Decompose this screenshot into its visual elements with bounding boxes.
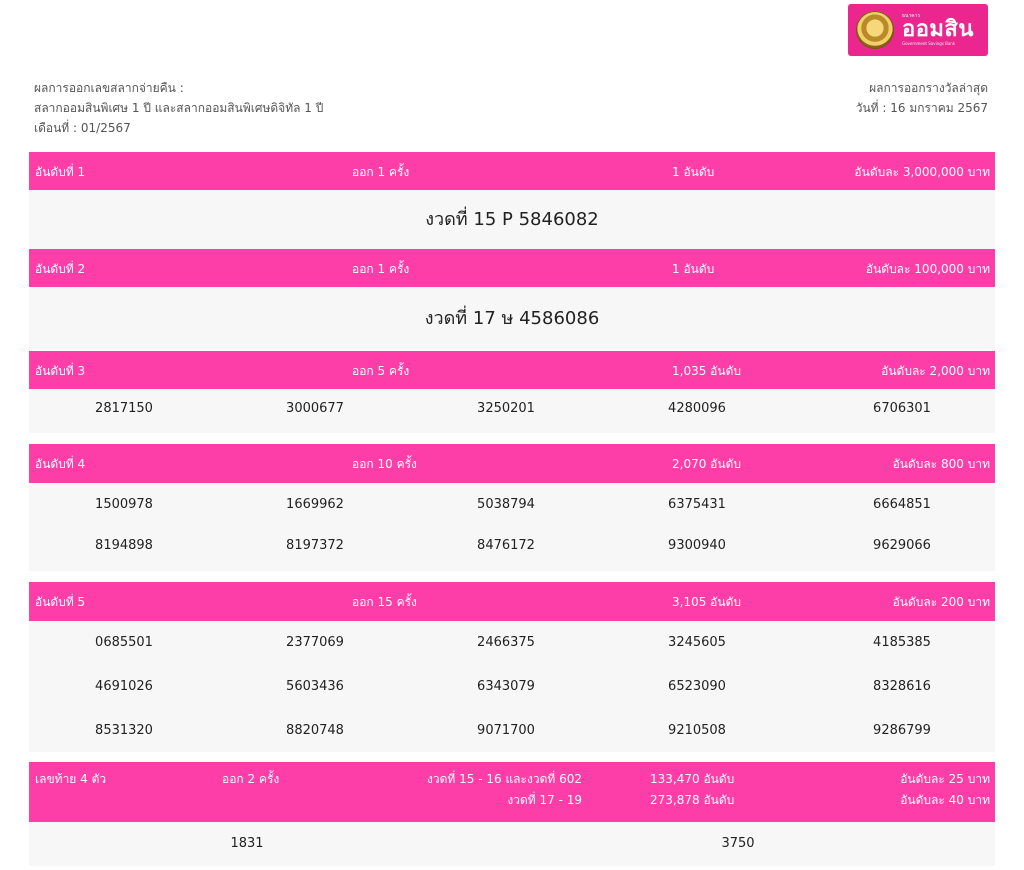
rank-4-numbers: 1500978 1669962 5038794 6375431 6664851 … bbox=[29, 483, 995, 571]
rank-label: อันดับที่ 5 bbox=[35, 595, 86, 609]
prize-count: 133,470 อันดับ bbox=[650, 772, 735, 786]
lottery-number: 0685501 bbox=[95, 635, 153, 650]
month-line: เดือนที่ : 01/2567 bbox=[34, 121, 131, 135]
prize-count: 1 อันดับ bbox=[672, 262, 715, 276]
lottery-number: 8194898 bbox=[95, 538, 153, 553]
draw-times: ออก 5 ครั้ง bbox=[352, 364, 410, 378]
prize-count: 2,070 อันดับ bbox=[672, 457, 741, 471]
lottery-number: 2817150 bbox=[95, 401, 153, 416]
draw-period: งวดที่ 15 - 16 และงวดที่ 602 bbox=[427, 772, 582, 786]
lottery-number: 9300940 bbox=[668, 538, 726, 553]
rank-4-header: อันดับที่ 4 ออก 10 ครั้ง 2,070 อันดับ อั… bbox=[29, 444, 995, 483]
rank-3-header: อันดับที่ 3 ออก 5 ครั้ง 1,035 อันดับ อัน… bbox=[29, 351, 995, 389]
prize-amount: อันดับละ 25 บาท bbox=[900, 772, 990, 786]
lottery-number: 3245605 bbox=[668, 635, 726, 650]
lottery-number: 9210508 bbox=[668, 723, 726, 738]
lottery-number: 8820748 bbox=[286, 723, 344, 738]
lottery-number: 9071700 bbox=[477, 723, 535, 738]
lottery-number: 3000677 bbox=[286, 401, 344, 416]
lottery-number: 6664851 bbox=[873, 497, 931, 512]
prize-count: 273,878 อันดับ bbox=[650, 793, 735, 807]
prize-amount: อันดับละ 100,000 บาท bbox=[865, 262, 990, 276]
gsb-seal-icon bbox=[856, 11, 894, 49]
lottery-number: 9286799 bbox=[873, 723, 931, 738]
logo-text: ธนาคาร ออมสิน Government Savings Bank bbox=[902, 14, 974, 46]
prize-count: 1,035 อันดับ bbox=[672, 364, 741, 378]
lottery-number: 5038794 bbox=[477, 497, 535, 512]
lottery-number: 1831 bbox=[230, 836, 264, 851]
prize-amount: อันดับละ 3,000,000 บาท bbox=[854, 165, 990, 179]
lottery-number: 4280096 bbox=[668, 401, 726, 416]
rank-5-header: อันดับที่ 5 ออก 15 ครั้ง 3,105 อันดับ อั… bbox=[29, 582, 995, 621]
draw-times: ออก 1 ครั้ง bbox=[352, 165, 410, 179]
prize-count: 3,105 อันดับ bbox=[672, 595, 741, 609]
lottery-number: 4691026 bbox=[95, 679, 153, 694]
rank-2-winner: งวดที่ 17 ษ 4586086 bbox=[29, 287, 995, 350]
lottery-number: 2377069 bbox=[286, 635, 344, 650]
prize-amount: อันดับละ 2,000 บาท bbox=[881, 364, 990, 378]
last4-header: เลขท้าย 4 ตัว ออก 2 ครั้ง งวดที่ 15 - 16… bbox=[29, 762, 995, 822]
prize-amount: อันดับละ 200 บาท bbox=[892, 595, 990, 609]
prize-count: 1 อันดับ bbox=[672, 165, 715, 179]
rank-2-header: อันดับที่ 2 ออก 1 ครั้ง 1 อันดับ อันดับล… bbox=[29, 249, 995, 287]
prize-amount: อันดับละ 800 บาท bbox=[892, 457, 990, 471]
draw-times: ออก 15 ครั้ง bbox=[352, 595, 417, 609]
lottery-number: 8476172 bbox=[477, 538, 535, 553]
latest-result-info: ผลการออกรางวัลล่าสุด วันที่ : 16 มกราคม … bbox=[856, 78, 988, 118]
lottery-number: 8531320 bbox=[95, 723, 153, 738]
prize-amount: อันดับละ 40 บาท bbox=[900, 793, 990, 807]
draw-times: ออก 2 ครั้ง bbox=[222, 772, 280, 786]
logo-main-text: ออมสิน bbox=[902, 17, 974, 42]
lottery-number: 6375431 bbox=[668, 497, 726, 512]
lottery-number: 6523090 bbox=[668, 679, 726, 694]
gsb-logo[interactable]: ธนาคาร ออมสิน Government Savings Bank bbox=[848, 4, 988, 56]
logo-sub-text: Government Savings Bank bbox=[902, 41, 956, 46]
lottery-number: 3750 bbox=[721, 836, 755, 851]
draw-times: ออก 10 ครั้ง bbox=[352, 457, 417, 471]
lottery-number: 1669962 bbox=[286, 497, 344, 512]
rank-label: อันดับที่ 1 bbox=[35, 165, 86, 179]
lottery-number: 5603436 bbox=[286, 679, 344, 694]
lottery-number: 6343079 bbox=[477, 679, 535, 694]
rank-5-numbers: 0685501 2377069 2466375 3245605 4185385 … bbox=[29, 621, 995, 752]
draw-period: งวดที่ 17 - 19 bbox=[507, 793, 582, 807]
rank-1-winner: งวดที่ 15 P 5846082 bbox=[29, 190, 995, 249]
lottery-number: 2466375 bbox=[477, 635, 535, 650]
lottery-type-line: สลากออมสินพิเศษ 1 ปี และสลากออมสินพิเศษด… bbox=[34, 101, 324, 115]
result-title: ผลการออกเลขสลากจ่ายคืน : สลากออมสินพิเศษ… bbox=[34, 78, 323, 138]
latest-result-label: ผลการออกรางวัลล่าสุด bbox=[869, 81, 988, 95]
result-title-line: ผลการออกเลขสลากจ่ายคืน : bbox=[34, 81, 184, 95]
rank-label: อันดับที่ 3 bbox=[35, 364, 86, 378]
rank-label: อันดับที่ 4 bbox=[35, 457, 86, 471]
lottery-number: 8197372 bbox=[286, 538, 344, 553]
lottery-number: 8328616 bbox=[873, 679, 931, 694]
lottery-number: 3250201 bbox=[477, 401, 535, 416]
lottery-number: 1500978 bbox=[95, 497, 153, 512]
rank-3-numbers: 2817150 3000677 3250201 4280096 6706301 bbox=[29, 389, 995, 433]
lottery-number: 9629066 bbox=[873, 538, 931, 553]
draw-times: ออก 1 ครั้ง bbox=[352, 262, 410, 276]
last4-numbers: 1831 3750 bbox=[29, 822, 995, 866]
lottery-number: 6706301 bbox=[873, 401, 931, 416]
last4-label: เลขท้าย 4 ตัว bbox=[35, 772, 107, 786]
rank-label: อันดับที่ 2 bbox=[35, 262, 86, 276]
lottery-number: 4185385 bbox=[873, 635, 931, 650]
rank-1-header: อันดับที่ 1 ออก 1 ครั้ง 1 อันดับ อันดับล… bbox=[29, 152, 995, 190]
draw-date: วันที่ : 16 มกราคม 2567 bbox=[855, 101, 988, 115]
